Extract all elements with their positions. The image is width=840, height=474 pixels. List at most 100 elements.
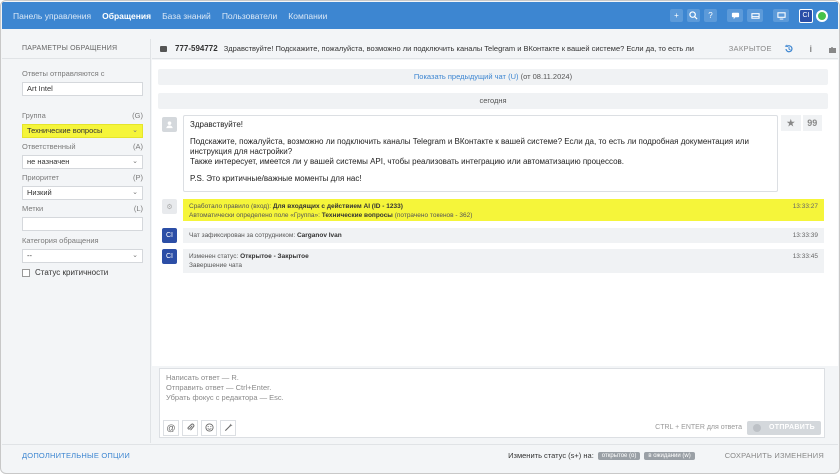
category-value: -- xyxy=(27,251,32,260)
critical-status-label: Статус критичности xyxy=(35,268,109,277)
date-separator: сегодня xyxy=(158,93,828,109)
ticket-parameters-panel: ПАРАМЕТРЫ ОБРАЩЕНИЯ Ответы отправляются … xyxy=(2,39,151,443)
change-status-label: Изменить статус (s+) на: xyxy=(508,451,594,460)
tags-label: Метки xyxy=(22,204,44,213)
message-body-1: Подскажите, пожалуйста, возможно ли подк… xyxy=(190,137,749,156)
event-rule-name: Для входящих с действием AI (ID - 1233) xyxy=(272,203,403,210)
assignee-value: не назначен xyxy=(27,157,70,166)
event-tokens: (потрачено токенов - 362) xyxy=(394,212,473,219)
reply-from-label: Ответы отправляются с xyxy=(22,69,105,78)
nav-toolbar: + ? CI xyxy=(666,2,838,29)
status-open-button[interactable]: открытое (o) xyxy=(597,451,641,460)
agent-avatar: CI xyxy=(162,249,177,264)
magic-wand-icon[interactable] xyxy=(220,419,236,436)
category-select[interactable]: -- ⌄ xyxy=(22,249,143,263)
reply-editor[interactable]: Написать ответ — R. Отправить ответ — Ct… xyxy=(159,368,825,438)
help-icon[interactable]: ? xyxy=(704,9,717,22)
history-icon[interactable] xyxy=(784,44,794,54)
reply-toolbar: @ CTRL + ENTER для ответа ОТПРАВИТЬ xyxy=(160,418,824,437)
save-changes-button[interactable]: СОХРАНИТЬ ИЗМЕНЕНИЯ xyxy=(725,451,824,460)
reply-hint-line: Написать ответ — R. xyxy=(166,373,239,382)
footer-bar: ДОПОЛНИТЕЛЬНЫЕ ОПЦИИ Изменить статус (s+… xyxy=(2,444,838,466)
reply-hint-line: Отправить ответ — Ctrl+Enter. xyxy=(166,383,272,392)
assignee-shortcut: (A) xyxy=(133,142,143,151)
assignee-select[interactable]: не назначен ⌄ xyxy=(22,155,143,169)
ticket-subject: Здравствуйте! Подскажите, пожалуйста, во… xyxy=(223,44,694,53)
previous-chat-bar[interactable]: Показать предыдущий чат (U) (от 08.11.20… xyxy=(158,69,828,85)
chevron-down-icon: ⌄ xyxy=(132,127,138,134)
tags-shortcut: (L) xyxy=(133,204,143,213)
app-window: Панель управления Обращения База знаний … xyxy=(0,0,840,474)
nav-companies[interactable]: Компании xyxy=(288,11,327,21)
priority-value: Низкий xyxy=(27,188,52,197)
nav-tickets[interactable]: Обращения xyxy=(102,11,151,21)
group-label: Группа xyxy=(22,111,46,120)
event-time: 13:33:45 xyxy=(792,253,818,260)
event-ai-rule: Сработало правило (вход): Для входящих с… xyxy=(183,199,824,221)
mention-icon[interactable]: @ xyxy=(163,419,179,436)
send-shortcut-hint: CTRL + ENTER для ответа xyxy=(655,424,742,431)
event-status-note: Завершение чата xyxy=(189,262,242,269)
nav-users[interactable]: Пользователи xyxy=(222,11,277,21)
reply-placeholder[interactable]: Написать ответ — R. Отправить ответ — Ct… xyxy=(160,369,824,407)
chat-icon xyxy=(160,45,167,52)
critical-status-row[interactable]: Статус критичности xyxy=(22,268,108,277)
priority-select[interactable]: Низкий ⌄ xyxy=(22,186,143,200)
star-icon[interactable]: ★ xyxy=(781,115,801,131)
group-field: Группа (G) Технические вопросы ⌄ xyxy=(22,111,143,138)
attachment-icon[interactable] xyxy=(182,419,198,436)
priority-shortcut: (P) xyxy=(133,173,143,182)
inbox-icon[interactable] xyxy=(747,9,763,22)
event-status-prefix: Изменен статус: xyxy=(189,253,239,260)
ticket-status: ЗАКРЫТОЕ xyxy=(728,44,772,53)
chevron-down-icon: ⌄ xyxy=(132,252,138,259)
previous-chat-link[interactable]: Показать предыдущий чат (U) xyxy=(414,72,519,81)
emoji-icon[interactable] xyxy=(201,419,217,436)
info-icon[interactable]: i xyxy=(806,44,816,54)
event-assigned-prefix: Чат зафиксирован за сотрудником: xyxy=(189,232,296,239)
category-label: Категория обращения xyxy=(22,236,99,245)
timer-icon xyxy=(753,423,762,432)
event-status-value: Открытое - Закрытое xyxy=(240,253,309,260)
group-shortcut: (G) xyxy=(132,111,143,120)
tags-input[interactable] xyxy=(22,217,143,231)
priority-label: Приоритет xyxy=(22,173,59,182)
nav-dashboard[interactable]: Панель управления xyxy=(13,11,91,21)
user-avatar[interactable]: CI xyxy=(799,8,813,23)
group-select[interactable]: Технические вопросы ⌄ xyxy=(22,124,143,138)
reply-from-input[interactable]: Art Intel xyxy=(22,82,143,96)
message-greeting: Здравствуйте! xyxy=(190,120,244,129)
event-time: 13:33:27 xyxy=(792,203,818,210)
event-status-changed: Изменен статус: Открытое - Закрытое Заве… xyxy=(183,249,824,273)
automation-icon: ⚙ xyxy=(162,199,177,214)
agent-avatar: CI xyxy=(162,228,177,243)
message-tools: ★ 99 xyxy=(781,115,824,131)
category-field: Категория обращения -- ⌄ xyxy=(22,236,143,263)
send-button[interactable]: ОТПРАВИТЬ xyxy=(747,420,821,435)
tags-field: Метки (L) xyxy=(22,204,143,231)
message-body-2: Также интересует, имеется ли у вашей сис… xyxy=(190,157,625,166)
status-waiting-button[interactable]: в ожидании (w) xyxy=(644,451,695,460)
priority-field: Приоритет (P) Низкий ⌄ xyxy=(22,173,143,200)
quote-icon[interactable]: 99 xyxy=(802,115,822,131)
customer-message: Здравствуйте! Подскажите, пожалуйста, во… xyxy=(183,115,778,192)
chat-area: Показать предыдущий чат (U) (от 08.11.20… xyxy=(152,60,838,366)
chevron-down-icon: ⌄ xyxy=(132,158,138,165)
panel-title: ПАРАМЕТРЫ ОБРАЩЕНИЯ xyxy=(2,39,150,59)
send-button-label: ОТПРАВИТЬ xyxy=(769,424,815,431)
reply-hint-line: Убрать фокус с редактора — Esc. xyxy=(166,393,284,402)
more-options-link[interactable]: ДОПОЛНИТЕЛЬНЫЕ ОПЦИИ xyxy=(22,451,130,460)
critical-status-checkbox[interactable] xyxy=(22,268,30,277)
nav-knowledge-base[interactable]: База знаний xyxy=(162,11,211,21)
event-rule-prefix: Сработало правило (вход): xyxy=(189,203,272,210)
add-icon[interactable]: + xyxy=(670,9,683,22)
assignee-label: Ответственный xyxy=(22,142,76,151)
monitor-icon[interactable] xyxy=(773,9,789,22)
chat-icon[interactable] xyxy=(727,9,743,22)
assignee-field: Ответственный (A) не назначен ⌄ xyxy=(22,142,143,169)
search-icon[interactable] xyxy=(687,9,700,22)
previous-chat-date: (от 08.11.2024) xyxy=(520,72,573,81)
chevron-down-icon: ⌄ xyxy=(132,189,138,196)
event-assigned: Чат зафиксирован за сотрудником: Cargano… xyxy=(183,228,824,243)
puzzle-icon[interactable] xyxy=(828,44,838,54)
